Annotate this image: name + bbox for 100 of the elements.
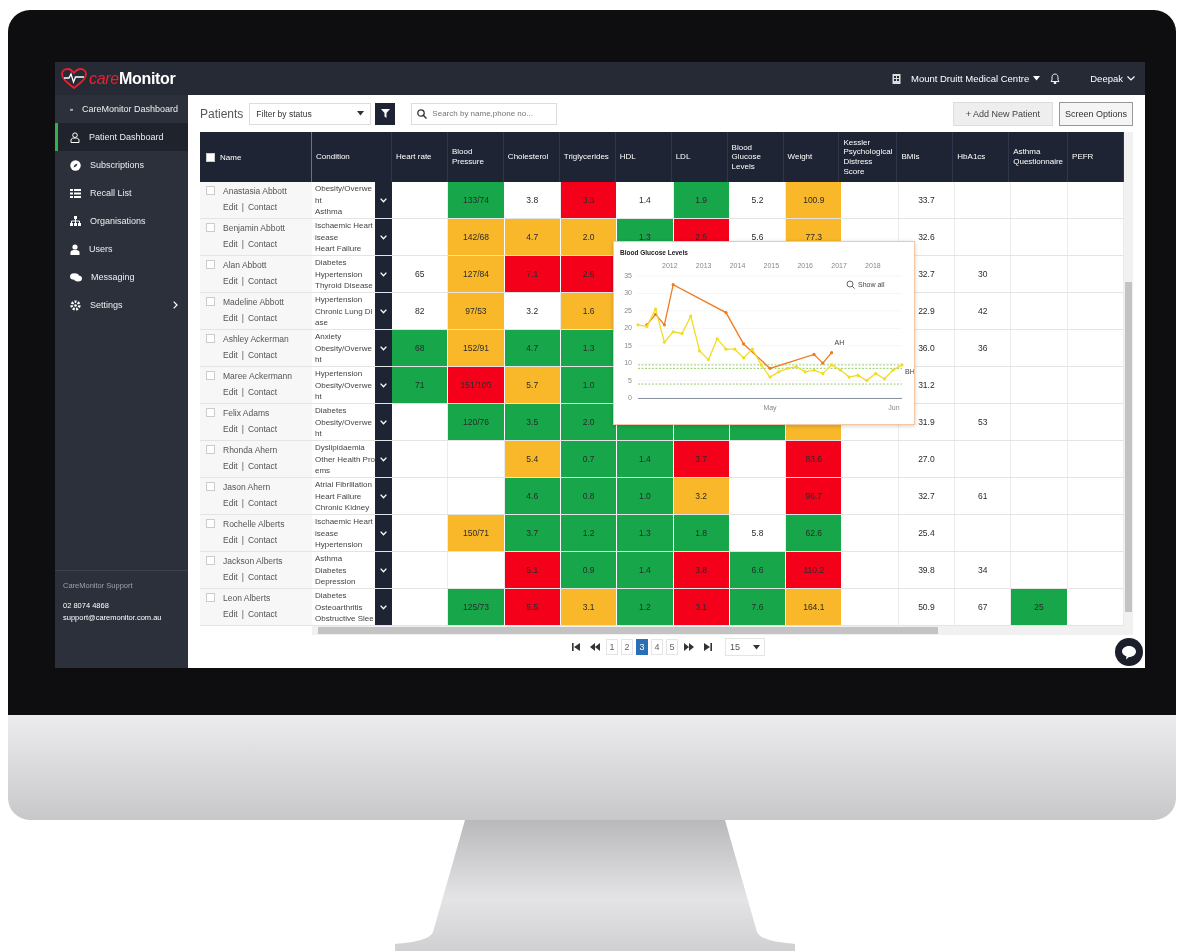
row-checkbox[interactable]	[206, 519, 215, 528]
column-header[interactable]: Blood Pressure	[451, 147, 499, 167]
page-button[interactable]: 4	[651, 639, 663, 655]
expand-button[interactable]	[375, 552, 392, 588]
column-header[interactable]: HbA1cs	[957, 152, 986, 162]
data-point	[821, 372, 825, 376]
sidebar-item[interactable]: Messaging	[55, 263, 188, 291]
column-header[interactable]: BMIs	[901, 152, 920, 162]
sidebar-item[interactable]: Users	[55, 235, 188, 263]
edit-link[interactable]: Edit	[223, 461, 238, 471]
contact-link[interactable]: Contact	[247, 498, 278, 508]
select-all-checkbox[interactable]	[206, 152, 215, 162]
expand-button[interactable]	[375, 478, 392, 514]
expand-button[interactable]	[375, 293, 392, 329]
edit-link[interactable]: Edit	[223, 350, 238, 360]
chat-button[interactable]	[1115, 638, 1143, 666]
column-header[interactable]: Blood Glucose Levels	[731, 142, 779, 172]
user-menu[interactable]: Deepak	[1090, 73, 1135, 84]
expand-button[interactable]	[375, 367, 392, 403]
column-header[interactable]: LDL	[675, 152, 691, 162]
search-field[interactable]: Search by name,phone no...	[411, 102, 558, 125]
contact-link[interactable]: Contact	[247, 350, 278, 360]
contact-link[interactable]: Contact	[247, 572, 278, 582]
expand-button[interactable]	[375, 441, 392, 477]
sidebar-item[interactable]: Settings	[55, 291, 188, 319]
contact-link[interactable]: Contact	[247, 202, 278, 212]
sidebar-item[interactable]: Subscriptions	[55, 151, 188, 179]
link-separator: |	[241, 498, 244, 508]
sidebar-item[interactable]: Recall List	[55, 179, 188, 207]
table-cell: 1.8	[673, 515, 730, 551]
table-cell: 4.7	[504, 219, 561, 255]
edit-link[interactable]: Edit	[223, 535, 238, 545]
contact-link[interactable]: Contact	[247, 609, 278, 619]
column-header[interactable]: Cholesterol	[507, 152, 549, 162]
screen-options-button[interactable]: Screen Options	[1058, 101, 1133, 126]
row-checkbox[interactable]	[206, 260, 215, 269]
column-header[interactable]: Asthma Questionnaire	[1013, 147, 1064, 167]
edit-link[interactable]: Edit	[223, 387, 238, 397]
row-checkbox[interactable]	[206, 297, 215, 306]
column-header[interactable]: Weight	[787, 152, 813, 162]
page-button[interactable]: 1	[606, 639, 618, 655]
row-checkbox[interactable]	[206, 556, 215, 565]
expand-button[interactable]	[375, 330, 392, 366]
expand-button[interactable]	[375, 404, 392, 440]
edit-link[interactable]: Edit	[223, 276, 238, 286]
row-checkbox[interactable]	[206, 223, 215, 232]
patient-name: Maree Ackermann	[223, 371, 292, 381]
edit-link[interactable]: Edit	[223, 498, 238, 508]
column-header[interactable]: Condition	[316, 152, 350, 162]
sidebar-item[interactable]: Organisations	[55, 207, 188, 235]
contact-link[interactable]: Contact	[247, 313, 278, 323]
edit-link[interactable]: Edit	[223, 609, 238, 619]
expand-button[interactable]	[375, 182, 392, 218]
row-checkbox[interactable]	[206, 371, 215, 380]
contact-link[interactable]: Contact	[247, 461, 278, 471]
edit-link[interactable]: Edit	[223, 424, 238, 434]
contact-link[interactable]: Contact	[247, 535, 278, 545]
row-checkbox[interactable]	[206, 445, 215, 454]
column-header[interactable]: Name	[220, 152, 242, 162]
expand-button[interactable]	[375, 219, 392, 255]
horizontal-scrollbar[interactable]	[312, 626, 1124, 635]
page-size-dropdown[interactable]: 15	[725, 638, 765, 656]
contact-link[interactable]: Contact	[247, 387, 278, 397]
column-header[interactable]: Kessler Psychological Distress Score	[843, 137, 893, 177]
column-header[interactable]: Triglycerides	[563, 152, 609, 162]
expand-button[interactable]	[375, 515, 392, 551]
table-cell: 120/76	[448, 404, 505, 440]
caret-icon	[1033, 76, 1041, 81]
filter-button[interactable]	[375, 102, 396, 125]
page-button[interactable]: 5	[666, 639, 678, 655]
sidebar-item[interactable]: Patient Dashboard	[55, 123, 188, 151]
column-header[interactable]: Heart rate	[396, 152, 432, 162]
add-patient-button[interactable]: + Add New Patient	[952, 101, 1053, 126]
column-header[interactable]: PEFR	[1072, 152, 1094, 162]
edit-link[interactable]: Edit	[223, 313, 238, 323]
sidebar-item[interactable]: CareMonitor Dashboard	[55, 95, 188, 123]
status-filter-dropdown[interactable]: Filter by status	[249, 102, 372, 125]
expand-button[interactable]	[375, 589, 392, 625]
column-header[interactable]: HDL	[619, 152, 636, 162]
row-checkbox[interactable]	[206, 593, 215, 602]
page-button[interactable]: 3	[636, 639, 648, 655]
page-button[interactable]: 2	[621, 639, 633, 655]
contact-link[interactable]: Contact	[247, 276, 278, 286]
bell-icon[interactable]	[1050, 73, 1061, 84]
table-cell: 5.7	[504, 367, 561, 403]
edit-link[interactable]: Edit	[223, 572, 238, 582]
row-checkbox[interactable]	[206, 408, 215, 417]
clinic-selector[interactable]: Mount Druitt Medical Centre	[910, 73, 1041, 84]
row-checkbox[interactable]	[206, 482, 215, 491]
contact-link[interactable]: Contact	[247, 424, 278, 434]
edit-link[interactable]: Edit	[223, 202, 238, 212]
table-cell: 42	[955, 293, 1012, 329]
edit-link[interactable]: Edit	[223, 239, 238, 249]
vertical-scrollbar[interactable]	[1124, 132, 1133, 635]
chevron-down-icon	[1127, 76, 1135, 81]
expand-button[interactable]	[375, 256, 392, 292]
contact-link[interactable]: Contact	[247, 239, 278, 249]
table-cell: 97/53	[448, 293, 505, 329]
row-checkbox[interactable]	[206, 334, 215, 343]
row-checkbox[interactable]	[206, 186, 215, 195]
